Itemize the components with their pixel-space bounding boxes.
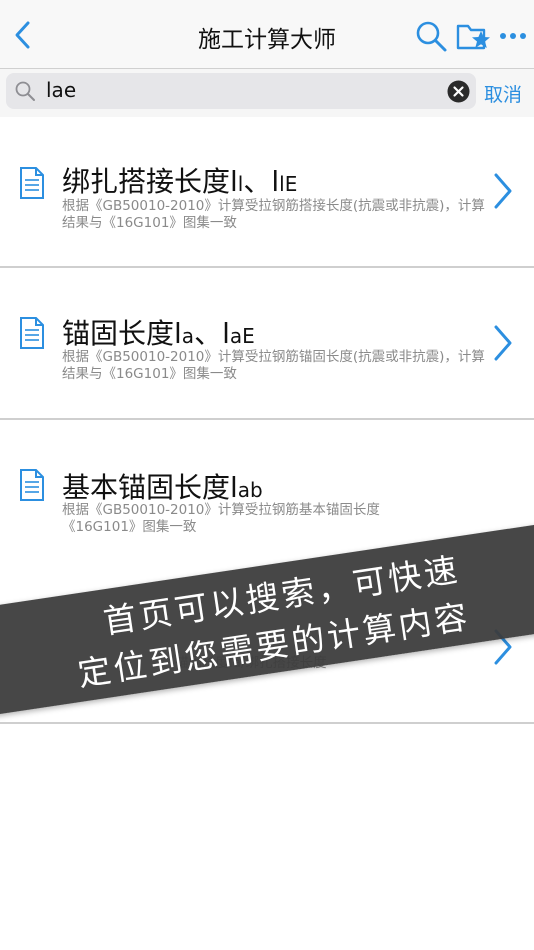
divider (0, 722, 534, 724)
item-description: 根据《GB50010-2010》计算受拉钢筋搭接长度(抗震或非抗震)，计算结果与… (62, 198, 485, 231)
item-title: 基本锚固长度lab (62, 471, 263, 504)
clear-icon[interactable] (447, 80, 470, 103)
chevron-right-icon (494, 325, 512, 361)
list-item[interactable]: 锚固长度la、laE 根据《GB50010-2010》计算受拉钢筋锚固长度(抗震… (0, 268, 534, 418)
item-title: 锚固长度la、laE (62, 317, 255, 350)
document-icon (20, 167, 44, 199)
list-item[interactable]: 绑扎搭接长度ll、llE 根据《GB50010-2010》计算受拉钢筋搭接长度(… (0, 118, 534, 268)
cancel-button[interactable]: 取消 (484, 80, 522, 107)
more-icon[interactable] (498, 28, 528, 44)
item-title: 绑扎搭接长度ll、llE (62, 165, 298, 198)
page-title: 施工计算大师 (198, 27, 336, 53)
search-input[interactable]: lae (6, 73, 476, 109)
document-icon (20, 317, 44, 349)
search-value: lae (46, 78, 77, 102)
chevron-right-icon (494, 173, 512, 209)
nav-bar: 施工计算大师 (0, 0, 534, 69)
favorites-folder-icon[interactable] (455, 17, 493, 53)
magnifier-icon (15, 81, 35, 101)
search-icon[interactable] (414, 19, 448, 53)
item-description: 根据《GB50010-2010》计算受拉钢筋锚固长度(抗震或非抗震)，计算结果与… (62, 349, 485, 382)
item-description: 根据《GB50010-2010》计算受拉钢筋基本锚固长度 《16G101》图集一… (62, 502, 380, 535)
document-icon (20, 469, 44, 501)
search-bar: lae 取消 (0, 69, 534, 117)
